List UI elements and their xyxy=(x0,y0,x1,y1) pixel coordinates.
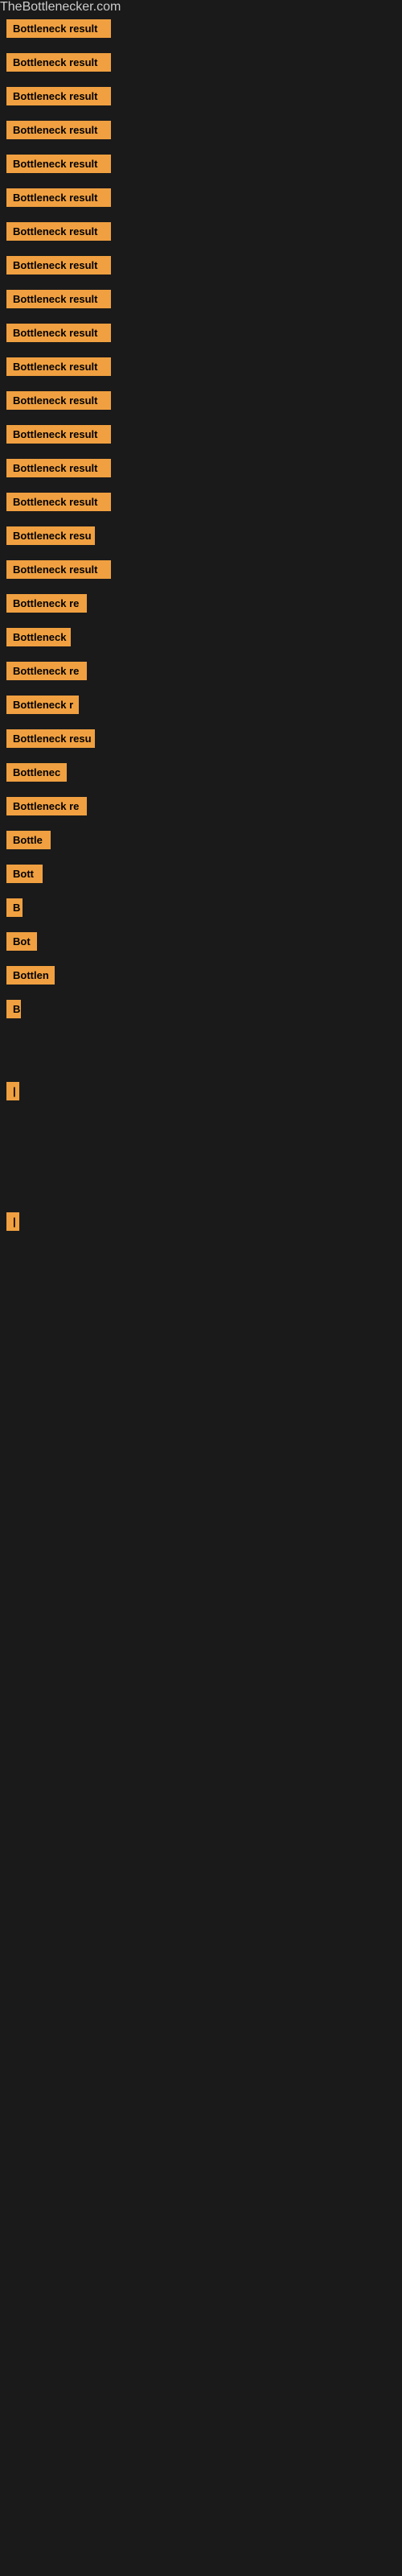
bottleneck-result-label: Bottleneck result xyxy=(6,188,111,207)
bottleneck-result-label: Bott xyxy=(6,865,43,883)
list-item: Bottleneck result xyxy=(0,116,402,148)
bottleneck-result-label: Bottleneck result xyxy=(6,19,111,38)
list-item: | xyxy=(0,1077,402,1109)
bottleneck-result-label: Bottlen xyxy=(6,966,55,985)
list-item xyxy=(0,1183,402,1206)
bottleneck-result-label: Bottleneck result xyxy=(6,560,111,579)
list-item: Bottleneck xyxy=(0,623,402,655)
list-item: Bottleneck re xyxy=(0,657,402,689)
list-item: B xyxy=(0,995,402,1027)
bottleneck-result-label: Bottleneck result xyxy=(6,290,111,308)
bottleneck-result-label: B xyxy=(6,1000,21,1018)
list-item: Bottleneck result xyxy=(0,319,402,351)
bottleneck-result-label: Bottleneck result xyxy=(6,357,111,376)
bottleneck-result-label: | xyxy=(6,1212,19,1231)
bottleneck-result-label: Bottleneck result xyxy=(6,121,111,139)
list-item: Bottleneck result xyxy=(0,184,402,216)
list-item: Bottleneck result xyxy=(0,454,402,486)
list-item: Bottleneck result xyxy=(0,386,402,419)
list-item: Bottleneck r xyxy=(0,691,402,723)
list-item: Bottle xyxy=(0,826,402,858)
list-item xyxy=(0,1111,402,1133)
bottleneck-result-label: | xyxy=(6,1082,19,1100)
bottleneck-result-label: Bottleneck result xyxy=(6,256,111,275)
list-item: Bottleneck result xyxy=(0,82,402,114)
bottleneck-result-label: Bottleneck resu xyxy=(6,729,95,748)
list-item: Bottleneck result xyxy=(0,14,402,47)
list-item: Bottleneck re xyxy=(0,792,402,824)
list-item: Bott xyxy=(0,860,402,892)
site-title: TheBottlenecker.com xyxy=(0,0,402,14)
list-item: Bottleneck resu xyxy=(0,724,402,757)
list-item: Bottleneck result xyxy=(0,48,402,80)
list-item: Bottleneck result xyxy=(0,488,402,520)
list-item xyxy=(0,1053,402,1075)
bottleneck-result-label: Bot xyxy=(6,932,37,951)
bottleneck-result-label: Bottleneck r xyxy=(6,696,79,714)
list-item: Bottleneck result xyxy=(0,420,402,452)
bottleneck-result-label: Bottleneck result xyxy=(6,222,111,241)
bottleneck-result-label: Bottleneck result xyxy=(6,53,111,72)
list-item: Bottlenec xyxy=(0,758,402,791)
list-item: Bottleneck resu xyxy=(0,522,402,554)
list-item xyxy=(0,1029,402,1051)
bottleneck-result-label: Bottleneck result xyxy=(6,324,111,342)
bottleneck-result-label: Bottleneck result xyxy=(6,425,111,444)
list-item: Bottleneck result xyxy=(0,217,402,250)
list-item: Bot xyxy=(0,927,402,960)
list-item xyxy=(0,1135,402,1158)
list-item: Bottleneck result xyxy=(0,251,402,283)
bottleneck-result-label: Bottleneck re xyxy=(6,594,87,613)
list-item xyxy=(0,1159,402,1182)
list-item: Bottleneck result xyxy=(0,353,402,385)
bottleneck-result-label: Bottleneck result xyxy=(6,459,111,477)
list-item: Bottleneck result xyxy=(0,150,402,182)
bottleneck-result-label: Bottleneck resu xyxy=(6,526,95,545)
list-item: B xyxy=(0,894,402,926)
list-item: Bottleneck result xyxy=(0,555,402,588)
bottleneck-result-label: B xyxy=(6,898,23,917)
bottleneck-result-label: Bottleneck result xyxy=(6,155,111,173)
list-item: Bottleneck result xyxy=(0,285,402,317)
bottleneck-result-label: Bottleneck result xyxy=(6,493,111,511)
bottleneck-result-label: Bottleneck xyxy=(6,628,71,646)
bottleneck-result-label: Bottle xyxy=(6,831,51,849)
list-item: | xyxy=(0,1208,402,1240)
bottleneck-result-label: Bottleneck re xyxy=(6,662,87,680)
bottleneck-result-label: Bottlenec xyxy=(6,763,67,782)
list-item: Bottleneck re xyxy=(0,589,402,621)
bottleneck-result-label: Bottleneck re xyxy=(6,797,87,815)
bottleneck-result-label: Bottleneck result xyxy=(6,391,111,410)
bottleneck-result-label: Bottleneck result xyxy=(6,87,111,105)
list-item: Bottlen xyxy=(0,961,402,993)
